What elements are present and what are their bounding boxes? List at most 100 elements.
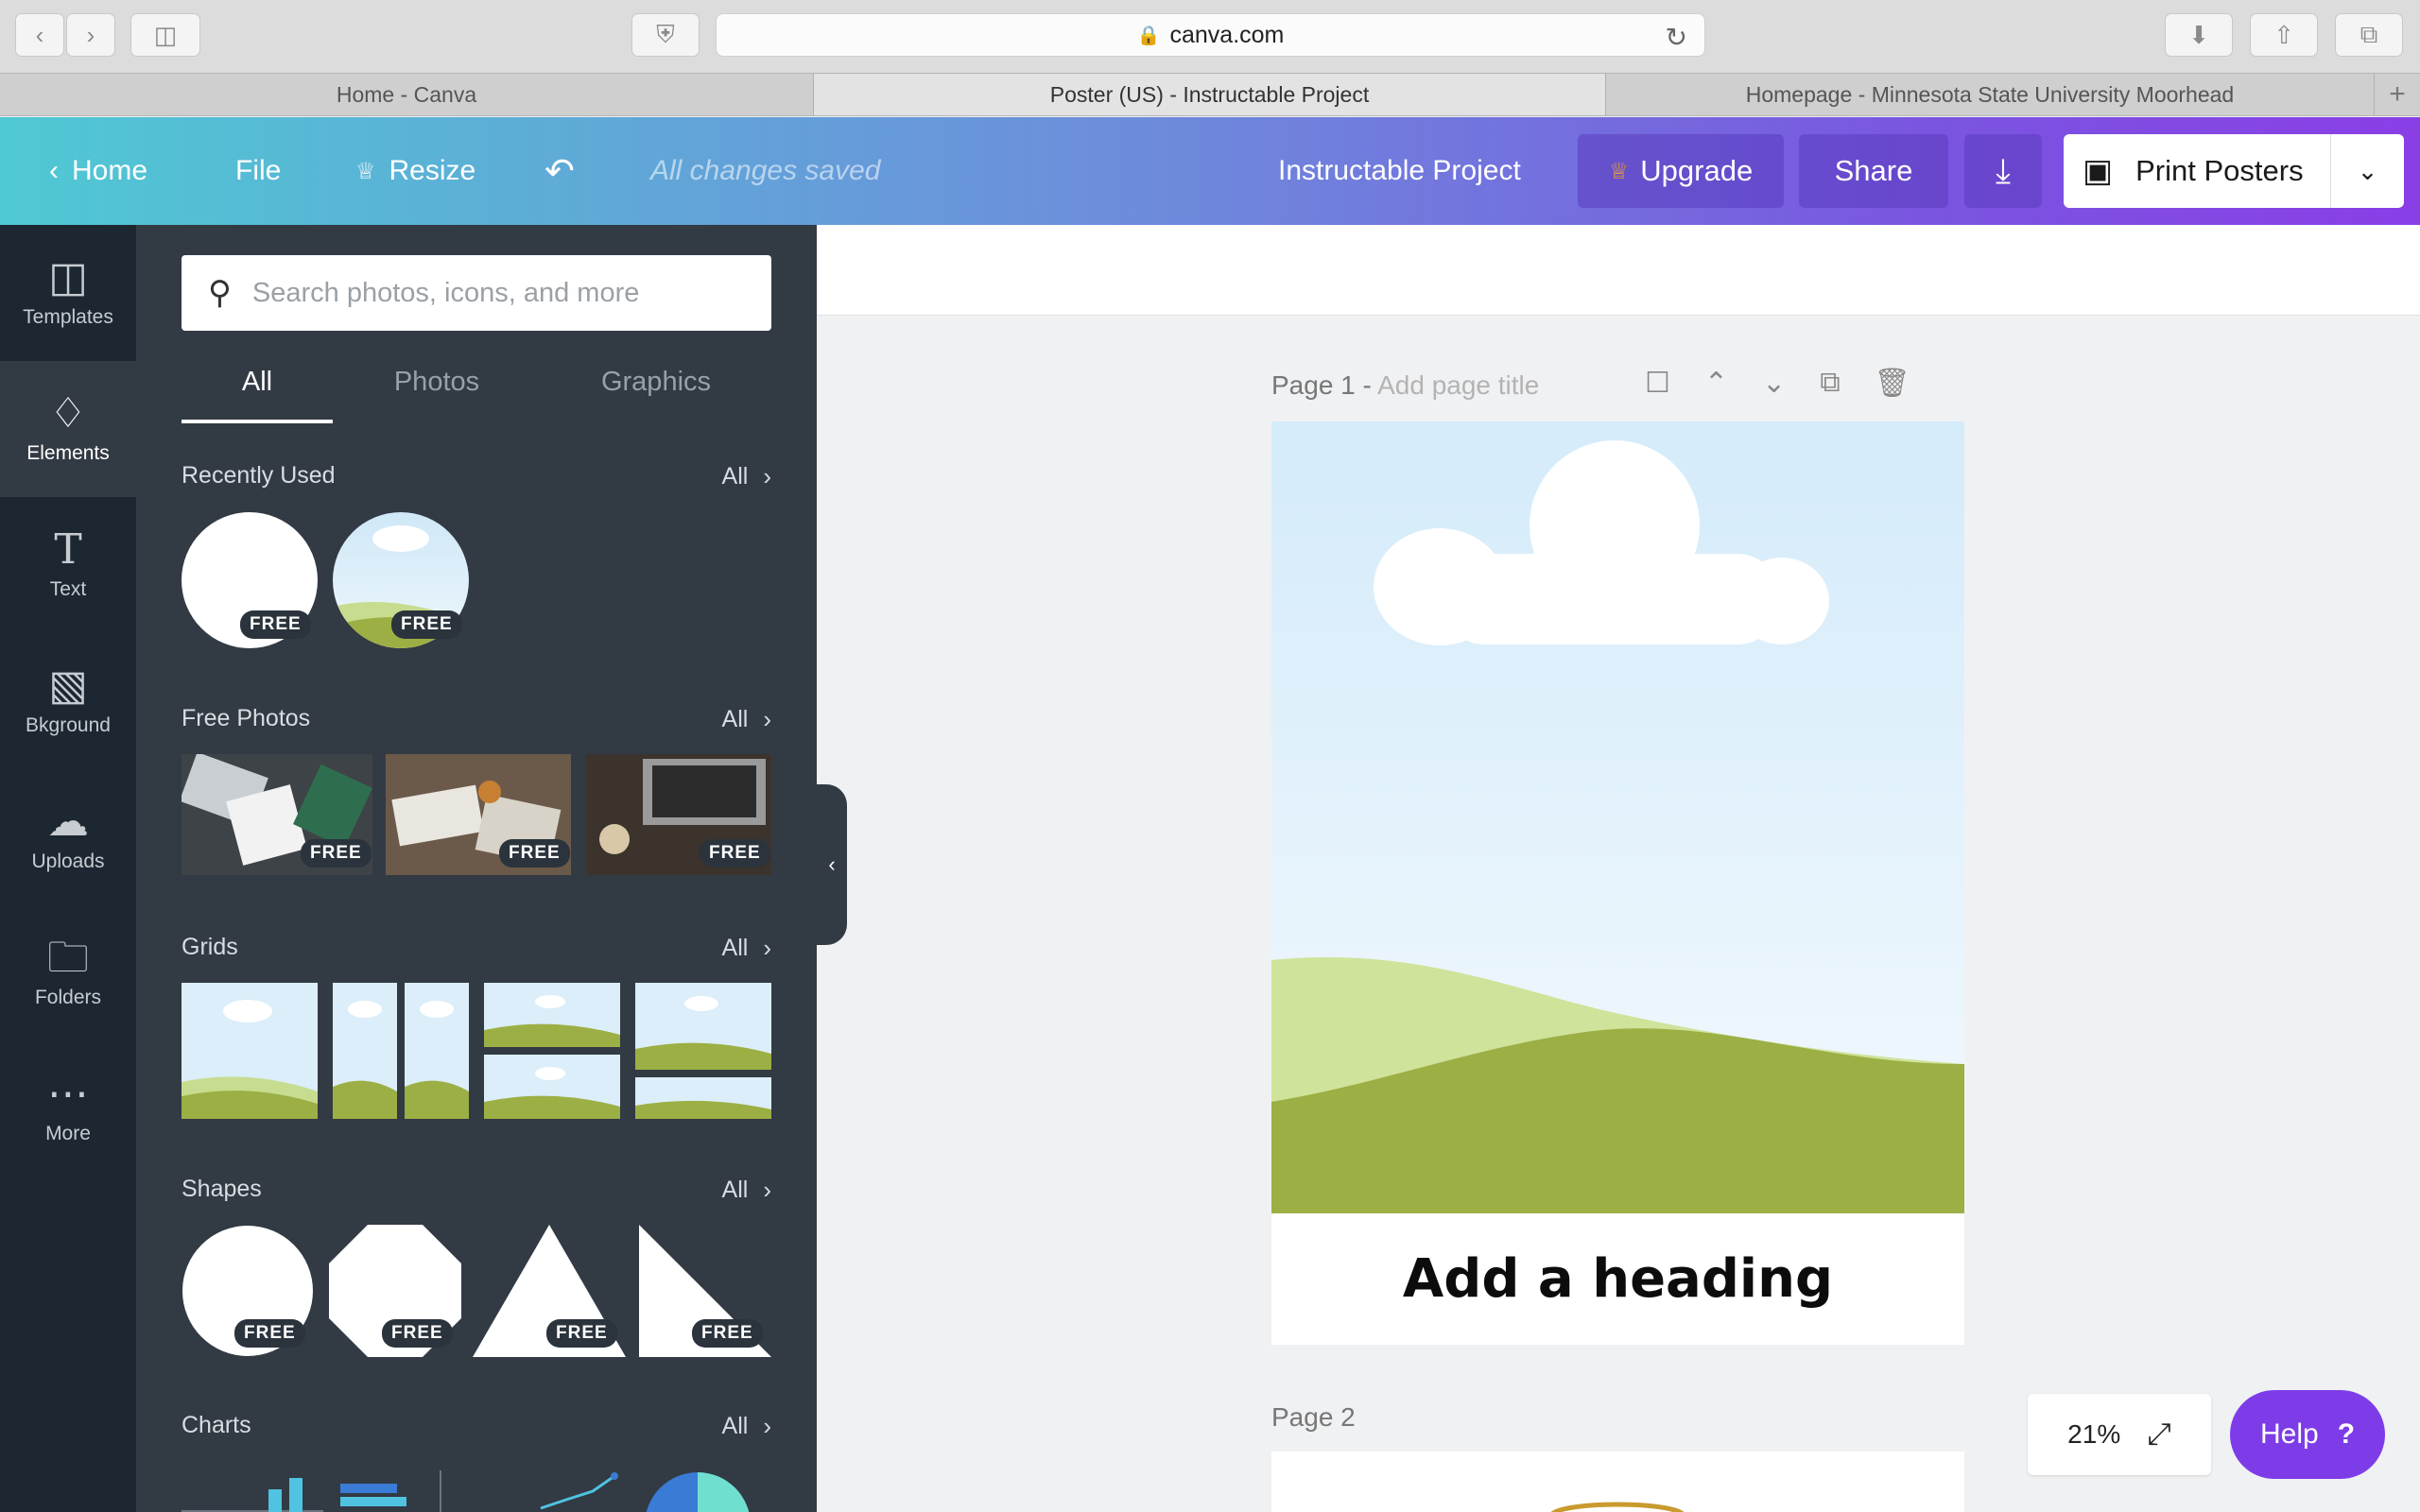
grid-thumbnail[interactable] xyxy=(635,983,771,1119)
move-down-icon[interactable]: ⌄ xyxy=(1762,367,1786,400)
share-button[interactable]: Share xyxy=(1799,134,1948,208)
free-badge: FREE xyxy=(692,1319,763,1348)
shape-triangle[interactable]: FREE xyxy=(473,1225,626,1357)
move-up-icon[interactable]: ⌃ xyxy=(1704,367,1728,400)
see-all-link[interactable]: All › xyxy=(722,462,771,491)
background-icon: ▧ xyxy=(48,662,88,709)
forward-icon[interactable]: › xyxy=(66,13,115,57)
trash-icon[interactable]: 🗑 xyxy=(1875,367,1910,400)
page-2-artwork xyxy=(1550,1502,1685,1512)
download-button[interactable]: ⤓ xyxy=(1964,134,2042,208)
new-tab-icon[interactable]: + xyxy=(2375,74,2420,115)
rail-item-text[interactable]: T Text xyxy=(0,497,136,633)
home-button[interactable]: ‹ Home xyxy=(49,117,147,225)
duplicate-icon[interactable]: ⧉ xyxy=(1820,367,1840,400)
file-menu-button[interactable]: File xyxy=(235,117,281,225)
section-title: Charts xyxy=(182,1412,251,1438)
grid-thumbnail[interactable] xyxy=(182,983,318,1119)
address-bar[interactable]: 🔒 canva.com ↻ xyxy=(716,13,1705,57)
page-1-label: Page 1 - xyxy=(1271,370,1378,400)
photo-thumbnail[interactable]: FREE xyxy=(182,754,372,875)
upgrade-button[interactable]: ♕ Upgrade xyxy=(1578,134,1784,208)
print-poster-icon: ▣ xyxy=(2083,153,2114,189)
sidebar-toggle-icon[interactable]: ◫ xyxy=(130,13,200,57)
rail-label: Folders xyxy=(34,987,102,1008)
undo-icon[interactable]: ↶ xyxy=(544,117,575,225)
chart-thumbnail[interactable] xyxy=(484,1470,626,1512)
elements-panel: ⚲ All Photos Graphics Recently Used All … xyxy=(136,225,817,1512)
tab-all[interactable]: All xyxy=(182,367,333,423)
browser-tab[interactable]: Homepage - Minnesota State University Mo… xyxy=(1606,74,2375,115)
see-all-label: All xyxy=(721,1413,749,1439)
see-all-link[interactable]: All › xyxy=(722,1176,771,1205)
see-all-link[interactable]: All › xyxy=(722,1412,771,1441)
text-icon: T xyxy=(54,525,82,574)
chevron-down-icon[interactable]: ⌄ xyxy=(2330,134,2404,208)
chart-thumbnail[interactable] xyxy=(182,1470,323,1512)
editor-header: ‹ Home File ♕ Resize ↶ All changes saved… xyxy=(0,117,2420,225)
browser-tab-active[interactable]: Poster (US) - Instructable Project xyxy=(814,74,1606,115)
share-sheet-icon[interactable]: ⇧ xyxy=(2250,13,2318,57)
search-input[interactable] xyxy=(251,277,744,309)
chart-thumbnail[interactable] xyxy=(337,1470,478,1512)
project-title[interactable]: Instructable Project xyxy=(1278,117,1521,225)
grid-thumbnail[interactable] xyxy=(333,983,469,1119)
zoom-level: 21% xyxy=(2067,1419,2121,1449)
tab-graphics[interactable]: Graphics xyxy=(541,367,771,423)
page-2-title[interactable]: Page 2 xyxy=(1271,1402,1356,1433)
photo-thumbnail[interactable]: FREE xyxy=(386,754,571,875)
chart-thumbnail[interactable] xyxy=(643,1470,771,1512)
browser-tab[interactable]: Home - Canva xyxy=(0,74,814,115)
reload-icon[interactable]: ↻ xyxy=(1666,22,1687,53)
resize-label: Resize xyxy=(389,155,476,186)
rail-item-templates[interactable]: ◫ Templates xyxy=(0,225,136,361)
rail-item-more[interactable]: ⋯ More xyxy=(0,1041,136,1177)
pie-chart-thumbnail xyxy=(646,1472,750,1512)
back-icon[interactable]: ‹ xyxy=(15,13,64,57)
page-1-title[interactable]: Page 1 - Add page title xyxy=(1271,370,1539,401)
poster-heading[interactable]: Add a heading xyxy=(1271,1213,1964,1345)
shape-circle[interactable]: FREE xyxy=(182,1225,314,1357)
comment-icon[interactable]: ☐ xyxy=(1645,367,1670,400)
free-badge: FREE xyxy=(391,610,462,639)
question-mark-icon: ? xyxy=(2337,1418,2356,1450)
collapse-panel-button[interactable]: ‹ xyxy=(817,784,847,945)
zoom-control[interactable]: 21% ⤢ xyxy=(2028,1394,2211,1475)
rail-item-folders[interactable]: 🗀 Folders xyxy=(0,905,136,1041)
help-label: Help xyxy=(2259,1418,2319,1450)
chevron-right-icon: › xyxy=(763,1176,771,1204)
rail-item-uploads[interactable]: ☁ Uploads xyxy=(0,769,136,905)
shield-icon[interactable]: ⛨ xyxy=(631,13,700,57)
recent-circle-landscape[interactable]: FREE xyxy=(333,512,469,648)
see-all-link[interactable]: All › xyxy=(722,705,771,734)
print-posters-button[interactable]: ▣ Print Posters ⌄ xyxy=(2064,134,2404,208)
panel-tabs: All Photos Graphics xyxy=(182,367,771,423)
upload-cloud-icon: ☁ xyxy=(47,799,89,845)
download-icon[interactable]: ⬇ xyxy=(2165,13,2233,57)
see-all-label: All xyxy=(721,935,749,961)
rail-item-background[interactable]: ▧ Bkground xyxy=(0,633,136,769)
url-text: canva.com xyxy=(1169,21,1285,48)
grid-thumbnail[interactable] xyxy=(484,983,620,1119)
tab-photos[interactable]: Photos xyxy=(333,367,541,423)
save-status: All changes saved xyxy=(650,155,881,186)
chevron-right-icon: › xyxy=(763,934,771,962)
recent-circle-white[interactable]: FREE xyxy=(182,512,318,648)
shape-octagon[interactable]: FREE xyxy=(329,1225,461,1357)
grid-two-columns xyxy=(333,983,469,1119)
rail-item-elements[interactable]: ♢ Elements xyxy=(0,361,136,497)
tabs-overview-icon[interactable]: ⧉ xyxy=(2335,13,2403,57)
folder-icon: 🗀 xyxy=(47,935,89,981)
photo-thumbnail[interactable]: FREE xyxy=(586,754,771,875)
shape-right-triangle[interactable]: FREE xyxy=(639,1225,771,1357)
poster-page-1[interactable]: Add a heading xyxy=(1271,421,1964,1345)
chevron-right-icon: › xyxy=(763,1412,771,1440)
resize-button[interactable]: ♕ Resize xyxy=(355,117,475,225)
see-all-link[interactable]: All › xyxy=(722,934,771,963)
poster-page-2[interactable] xyxy=(1271,1452,1964,1512)
page-title-placeholder[interactable]: Add page title xyxy=(1377,370,1539,400)
file-label: File xyxy=(235,155,282,186)
search-box[interactable]: ⚲ xyxy=(182,255,771,331)
expand-icon[interactable]: ⤢ xyxy=(2147,1417,2171,1452)
help-button[interactable]: Help ? xyxy=(2230,1390,2385,1479)
